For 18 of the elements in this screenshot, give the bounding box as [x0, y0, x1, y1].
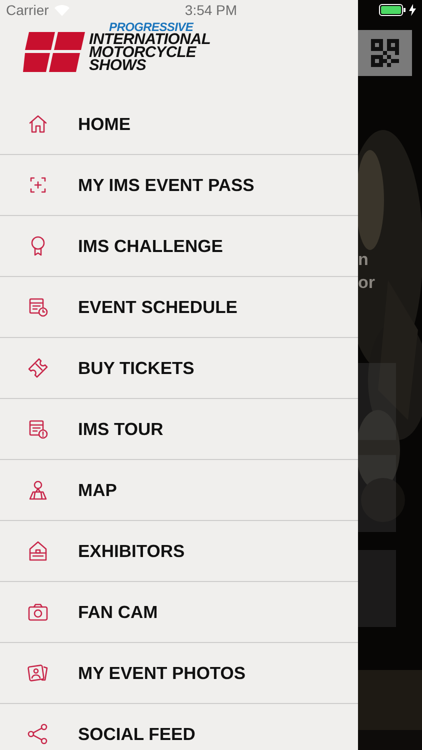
logo-blocks-icon	[23, 32, 85, 72]
qr-code-button[interactable]	[358, 30, 412, 76]
carrier-label: Carrier	[6, 2, 49, 18]
content-tile[interactable]	[358, 455, 396, 532]
qr-code-icon	[371, 39, 399, 67]
partial-text: or	[358, 273, 375, 293]
charging-icon	[409, 4, 416, 16]
logo-text: SHOWS	[89, 59, 146, 72]
ticket-icon	[26, 356, 50, 380]
content-tile[interactable]	[358, 363, 396, 440]
sponsor-logo-text: PROGRESSIVE	[109, 22, 194, 33]
battery-icon	[379, 4, 406, 16]
share-icon	[26, 722, 50, 746]
logo-text: INTERNATIONAL	[89, 33, 211, 46]
status-time: 3:54 PM	[184, 2, 238, 18]
content-tile[interactable]	[358, 550, 396, 627]
logo-text: MOTORCYCLE	[89, 46, 196, 59]
partial-text: n	[358, 250, 368, 270]
